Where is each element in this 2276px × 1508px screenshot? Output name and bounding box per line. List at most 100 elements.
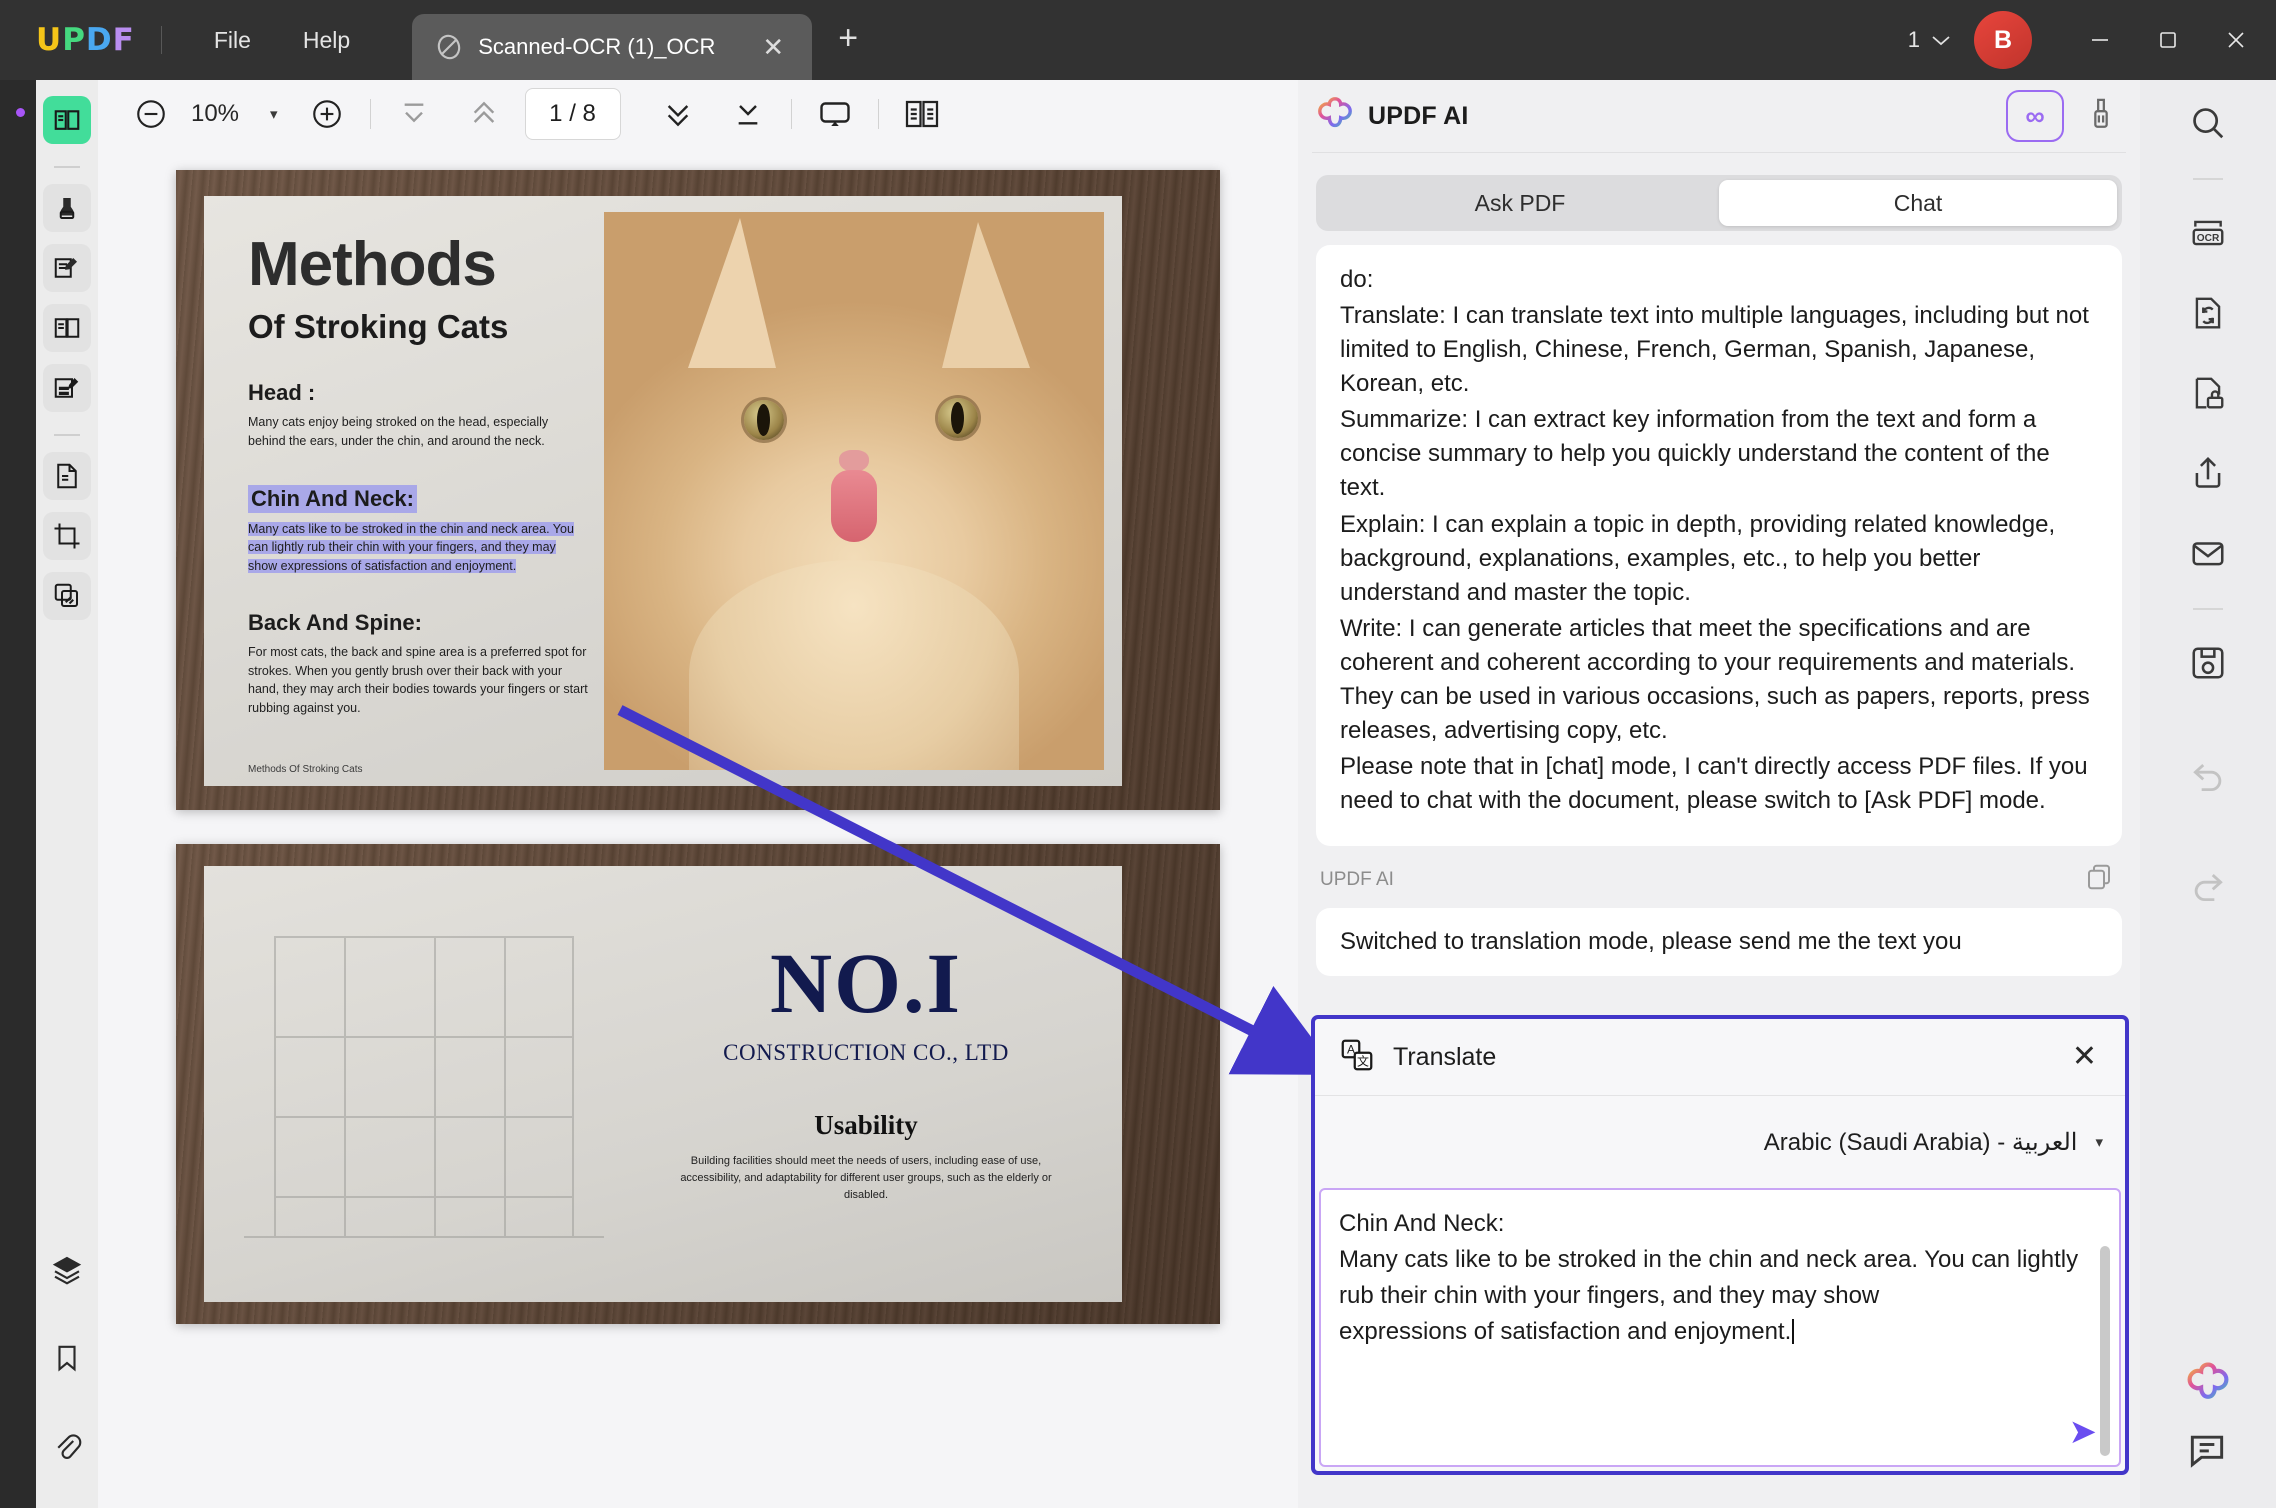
menu-help[interactable]: Help xyxy=(277,19,376,62)
right-toolbar: OCR xyxy=(2140,80,2276,1508)
close-icon[interactable]: ✕ xyxy=(2066,1036,2103,1078)
cat-chest xyxy=(689,560,1019,770)
titlebar-divider xyxy=(160,26,162,54)
document-tab[interactable]: Scanned-OCR (1)_OCR ✕ xyxy=(412,14,813,80)
pdf-page-1[interactable]: Methods Of Stroking Cats Head : Many cat… xyxy=(176,170,1220,810)
share-icon[interactable] xyxy=(2181,446,2235,500)
zoom-in-icon[interactable] xyxy=(300,87,354,141)
close-window-button[interactable] xyxy=(2202,0,2270,80)
sidebar-item-page-edit[interactable] xyxy=(43,304,91,352)
svg-text:文: 文 xyxy=(1357,1053,1369,1068)
page-subtitle: Of Stroking Cats xyxy=(248,308,509,345)
sidebar-item-page-extract[interactable] xyxy=(43,452,91,500)
maximize-button[interactable] xyxy=(2134,0,2202,80)
next-page-icon[interactable] xyxy=(651,87,705,141)
sidebar-item-layers[interactable] xyxy=(43,1246,91,1294)
window-count[interactable]: 1 xyxy=(1908,27,1952,53)
section-body-head: Many cats enjoy being stroked on the hea… xyxy=(248,415,549,448)
email-icon[interactable] xyxy=(2181,526,2235,580)
pdf-file-icon xyxy=(434,32,464,62)
page2-heading: Usability xyxy=(814,1110,918,1140)
menu-file[interactable]: File xyxy=(188,19,277,62)
document-scroll-area[interactable]: Methods Of Stroking Cats Head : Many cat… xyxy=(98,148,1298,1508)
document-pane: 10% ▾ 1 / 8 Methods Of Stroking Cats Hea… xyxy=(98,80,1298,1508)
section-body-chin-and-neck: Many cats like to be stroked in the chin… xyxy=(248,520,588,576)
message-line-4: Write: I can generate articles that meet… xyxy=(1340,614,2090,745)
updf-ai-logo-icon xyxy=(1316,95,1354,138)
sidebar-item-organize-pages[interactable] xyxy=(43,572,91,620)
message-line-2: Summarize: I can extract key information… xyxy=(1340,406,2050,502)
title-bar: UPDF File Help Scanned-OCR (1)_OCR ✕ + 1 xyxy=(0,0,2276,80)
textarea-line-1: Many cats like to be stroked in the chin… xyxy=(1339,1246,2079,1273)
presentation-icon[interactable] xyxy=(808,87,862,141)
textarea-line-2: rub their chin with your fingers, and th… xyxy=(1339,1282,1880,1309)
redo-icon[interactable] xyxy=(2181,856,2235,910)
first-page-icon[interactable] xyxy=(387,87,441,141)
sidebar-item-form-fill[interactable] xyxy=(43,364,91,412)
scanned-sheet-1: Methods Of Stroking Cats Head : Many cat… xyxy=(204,196,1122,786)
scanned-sheet-2: NO.I CONSTRUCTION CO., LTD Usability Bui… xyxy=(204,866,1122,1302)
search-icon[interactable] xyxy=(2181,96,2235,150)
document-toolbar: 10% ▾ 1 / 8 xyxy=(98,80,1298,148)
tab-chat[interactable]: Chat xyxy=(1719,180,2117,226)
page2-body: Building facilities should meet the need… xyxy=(680,1155,1052,1202)
textarea-line-0: Chin And Neck: xyxy=(1339,1210,1505,1237)
right-toolbar-divider-2 xyxy=(2193,608,2223,610)
logo-letter-u: U xyxy=(36,22,63,58)
avatar[interactable]: B xyxy=(1974,11,2032,69)
page-indicator[interactable]: 1 / 8 xyxy=(524,88,621,140)
minimize-button[interactable] xyxy=(2066,0,2134,80)
cat-photo xyxy=(604,212,1104,770)
last-page-icon[interactable] xyxy=(721,87,775,141)
zoom-level-value[interactable]: 10% xyxy=(178,100,252,128)
protect-icon[interactable] xyxy=(2181,366,2235,420)
right-toolbar-divider-1 xyxy=(2193,178,2223,180)
section-heading-back-and-spine: Back And Spine: xyxy=(248,609,422,635)
sidebar-item-edit-text[interactable] xyxy=(43,244,91,292)
zoom-out-icon[interactable] xyxy=(124,87,178,141)
logo-letter-f: F xyxy=(112,22,135,58)
translate-source-textarea[interactable]: Chin And Neck: Many cats like to be stro… xyxy=(1319,1188,2121,1467)
cat-eye-left xyxy=(744,400,784,440)
textarea-line-3: expressions of satisfaction and enjoymen… xyxy=(1339,1314,2085,1350)
sidebar-item-bookmark[interactable] xyxy=(43,1334,91,1382)
ai-header-divider xyxy=(1312,152,2126,153)
undo-icon[interactable] xyxy=(2181,746,2235,800)
page-title: Methods xyxy=(248,230,497,299)
building-sketch xyxy=(204,866,664,1302)
sidebar-item-attachment[interactable] xyxy=(43,1422,91,1470)
prev-page-icon[interactable] xyxy=(457,87,511,141)
translate-dialog-title: Translate xyxy=(1393,1042,1497,1071)
cat-ear-left xyxy=(688,218,776,368)
save-icon[interactable] xyxy=(2181,636,2235,690)
textarea-scrollbar[interactable] xyxy=(2100,1246,2110,1456)
sidebar-item-crop[interactable] xyxy=(43,512,91,560)
cat-ear-right xyxy=(942,222,1030,368)
left-toolbar xyxy=(36,80,98,1508)
zoom-dropdown-caret-icon[interactable]: ▾ xyxy=(252,105,300,123)
sidebar-item-highlighter[interactable] xyxy=(43,184,91,232)
target-language-selector[interactable]: Arabic (Saudi Arabia) - العربية ▾ xyxy=(1315,1096,2125,1188)
sidebar-item-reader-mode[interactable] xyxy=(43,96,91,144)
pdf-page-2[interactable]: NO.I CONSTRUCTION CO., LTD Usability Bui… xyxy=(176,844,1220,1324)
new-tab-button[interactable]: + xyxy=(838,21,858,59)
brush-icon[interactable] xyxy=(2084,97,2118,136)
convert-icon[interactable] xyxy=(2181,286,2235,340)
updf-application-window: UPDF File Help Scanned-OCR (1)_OCR ✕ + 1 xyxy=(0,0,2276,1508)
highlighted-text: Many cats like to be stroked in the chin… xyxy=(248,521,574,573)
chat-bubble-icon[interactable] xyxy=(2185,1428,2231,1474)
copy-icon[interactable] xyxy=(2084,862,2114,898)
message-line-5: Please note that in [chat] mode, I can't… xyxy=(1340,753,2088,815)
close-icon[interactable]: ✕ xyxy=(754,30,792,64)
updf-logo: UPDF xyxy=(36,22,135,58)
svg-text:OCR: OCR xyxy=(2197,233,2220,244)
ai-assistant-fab-icon[interactable] xyxy=(2185,1360,2231,1406)
send-button[interactable]: ➤ xyxy=(2069,1415,2098,1449)
translate-icon: A 文 xyxy=(1339,1037,1375,1078)
unlimited-infinity-button[interactable]: ∞ xyxy=(2006,90,2064,142)
page2-company: CONSTRUCTION CO., LTD xyxy=(723,1040,1009,1065)
window-controls-group: 1 B xyxy=(1908,0,2276,80)
tab-ask-pdf[interactable]: Ask PDF xyxy=(1321,180,1719,226)
ocr-icon[interactable]: OCR xyxy=(2181,206,2235,260)
page-layout-icon[interactable] xyxy=(895,87,949,141)
